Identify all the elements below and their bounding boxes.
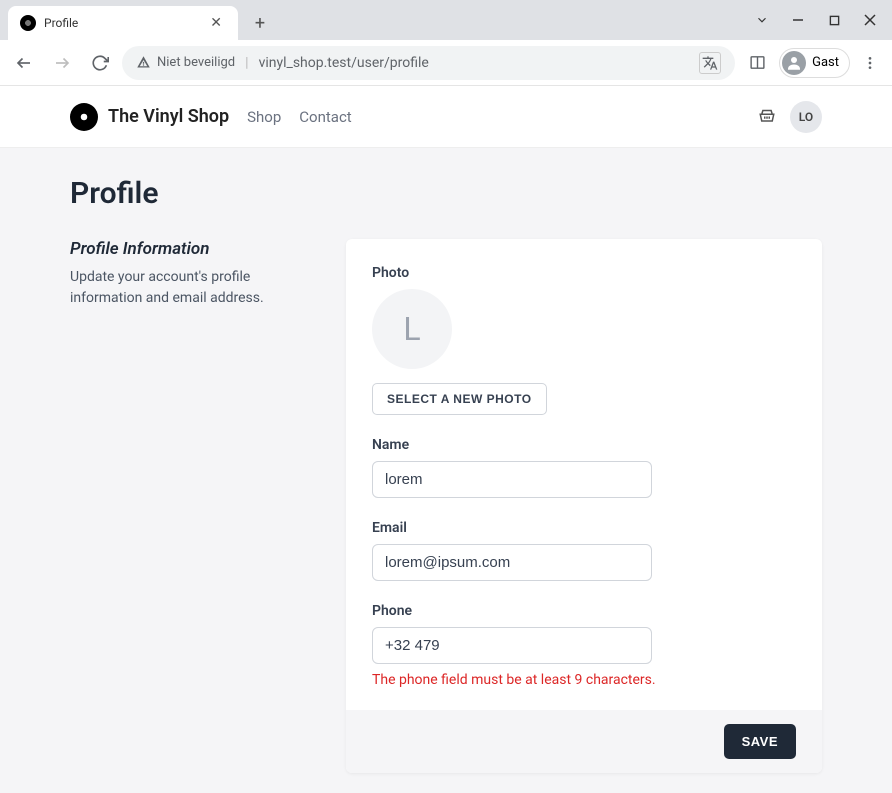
site-logo[interactable]: The Vinyl Shop <box>70 103 229 131</box>
email-input[interactable] <box>372 544 652 581</box>
address-divider: | <box>245 55 248 71</box>
save-button[interactable]: SAVE <box>724 724 796 759</box>
not-secure-indicator: Niet beveiligd <box>136 55 235 70</box>
profile-label: Gast <box>812 55 839 70</box>
browser-toolbar: Niet beveiligd | vinyl_shop.test/user/pr… <box>0 40 892 86</box>
page-viewport[interactable]: The Vinyl Shop Shop Contact LO Profile P… <box>0 86 892 793</box>
email-label: Email <box>372 520 796 536</box>
browser-profile-chip[interactable]: Gast <box>779 48 850 78</box>
phone-input[interactable] <box>372 627 652 664</box>
site-header: The Vinyl Shop Shop Contact LO <box>0 86 892 148</box>
section-title: Profile Information <box>70 239 310 259</box>
tab-close-icon[interactable]: ✕ <box>206 13 226 33</box>
site-name: The Vinyl Shop <box>108 106 229 127</box>
photo-preview: L <box>372 289 452 369</box>
window-controls <box>748 6 884 34</box>
browser-tab[interactable]: Profile ✕ <box>8 6 238 40</box>
phone-error-message: The phone field must be at least 9 chara… <box>372 672 796 688</box>
address-bar[interactable]: Niet beveiligd | vinyl_shop.test/user/pr… <box>122 46 735 80</box>
warning-icon <box>136 55 151 70</box>
translate-icon[interactable] <box>699 52 721 74</box>
browser-menu-button[interactable] <box>856 49 884 77</box>
browser-titlebar: Profile ✕ + <box>0 0 892 40</box>
back-button[interactable] <box>8 47 40 79</box>
tab-favicon-icon <box>20 15 36 31</box>
minimize-button[interactable] <box>784 6 812 34</box>
basket-icon[interactable] <box>758 106 776 128</box>
nav-link-contact[interactable]: Contact <box>299 108 351 126</box>
panel-icon[interactable] <box>741 47 773 79</box>
user-avatar-badge[interactable]: LO <box>790 101 822 133</box>
select-photo-button[interactable]: SELECT A NEW PHOTO <box>372 383 547 415</box>
profile-avatar-icon <box>782 51 806 75</box>
close-window-button[interactable] <box>856 6 884 34</box>
page-title: Profile <box>70 176 822 211</box>
vinyl-disc-icon <box>70 103 98 131</box>
section-description: Update your account's profile informatio… <box>70 267 310 309</box>
nav-link-shop[interactable]: Shop <box>247 108 281 126</box>
profile-form-card: Photo L SELECT A NEW PHOTO Name Email Ph… <box>346 239 822 773</box>
profile-section-info: Profile Information Update your account'… <box>70 239 310 309</box>
chevron-down-icon[interactable] <box>748 6 776 34</box>
tab-title: Profile <box>44 16 198 30</box>
nav-links: Shop Contact <box>247 108 352 126</box>
new-tab-button[interactable]: + <box>246 9 274 37</box>
phone-label: Phone <box>372 603 796 619</box>
forward-button[interactable] <box>46 47 78 79</box>
name-label: Name <box>372 437 796 453</box>
form-footer: SAVE <box>346 710 822 773</box>
name-input[interactable] <box>372 461 652 498</box>
reload-button[interactable] <box>84 47 116 79</box>
photo-label: Photo <box>372 265 796 281</box>
maximize-button[interactable] <box>820 6 848 34</box>
address-url: vinyl_shop.test/user/profile <box>259 55 429 71</box>
